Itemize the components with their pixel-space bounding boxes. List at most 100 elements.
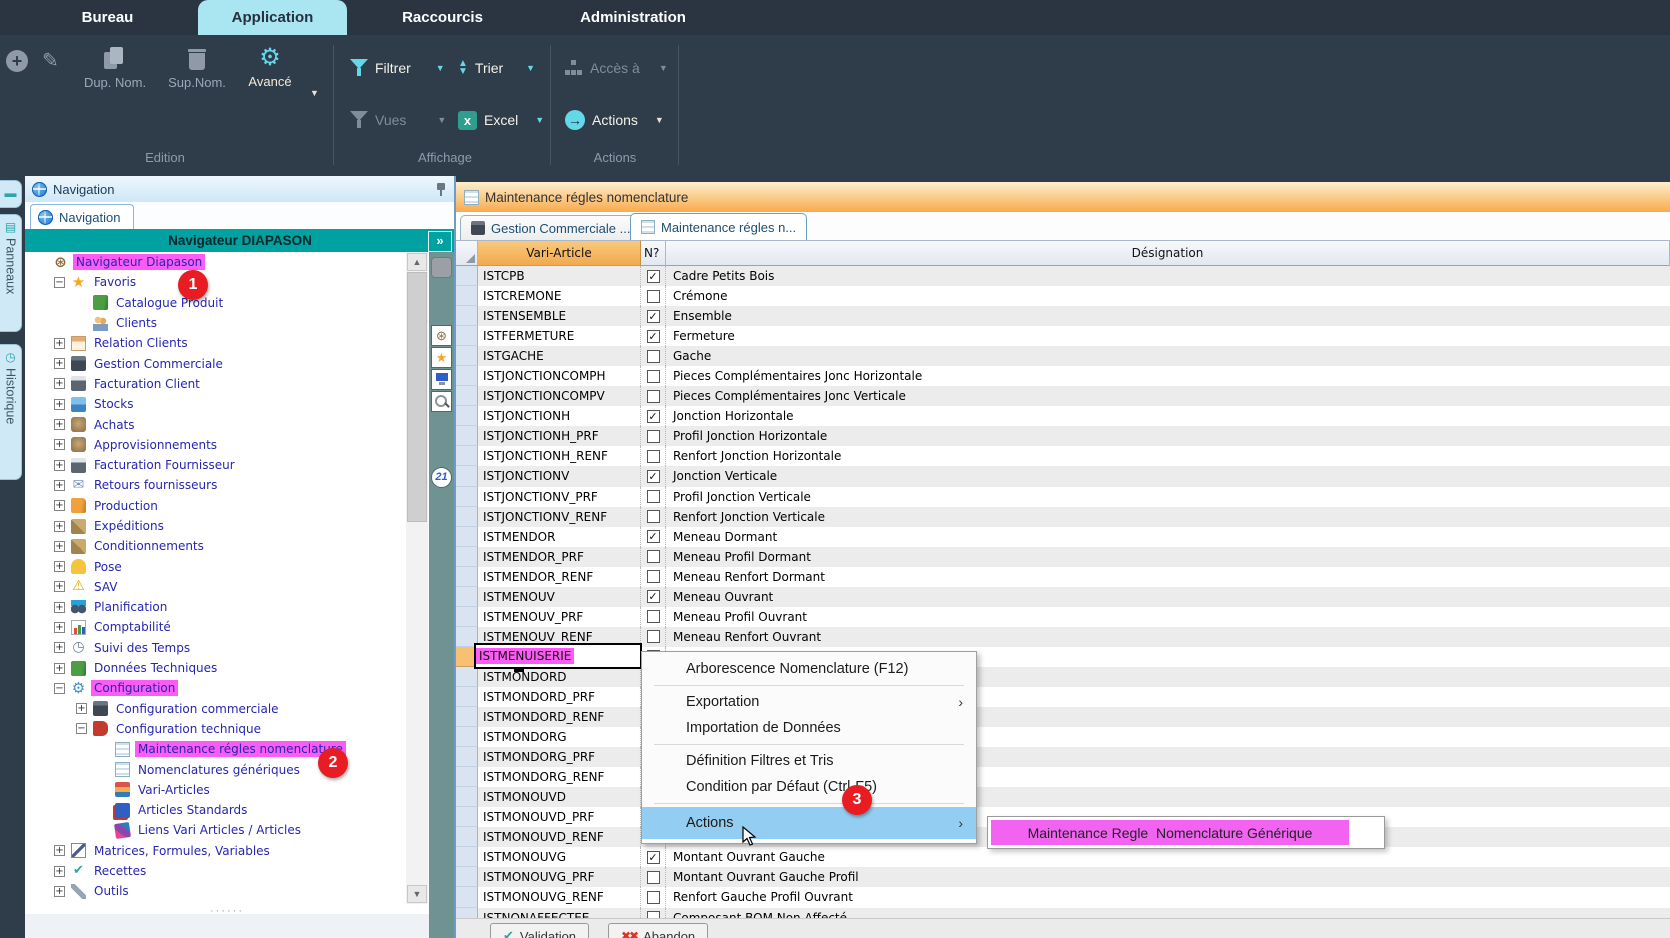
checkbox[interactable]	[647, 510, 660, 523]
navigation-tab[interactable]: Navigation	[30, 204, 134, 230]
avance-caret-icon[interactable]: ▼	[310, 88, 319, 98]
tree-expander[interactable]: +	[54, 521, 65, 532]
tree-item[interactable]: + Données Techniques	[26, 658, 406, 678]
tree-item[interactable]: − Configuration	[26, 678, 406, 698]
checkbox[interactable]	[647, 891, 660, 904]
tree-expander[interactable]: −	[76, 723, 87, 734]
checkbox[interactable]	[647, 490, 660, 503]
avance-button[interactable]: ⚙ Avancé	[240, 46, 300, 89]
table-row[interactable]: ISTMONDORG_RENF	[456, 767, 1670, 787]
table-row[interactable]: ISTJONCTIONV_RENF Renfort Jonction Verti…	[456, 507, 1670, 527]
tree-item[interactable]: + Suivi des Temps	[26, 638, 406, 658]
n-cell[interactable]	[641, 386, 666, 406]
tree-expander[interactable]: +	[54, 845, 65, 856]
menu-tab-application[interactable]: Application	[198, 0, 347, 35]
table-row[interactable]: ISTMENDOR_PRF Meneau Profil Dormant	[456, 547, 1670, 567]
checkbox[interactable]	[647, 851, 660, 864]
designation-cell[interactable]: Cadre Petits Bois	[666, 266, 1670, 286]
tree-item[interactable]: Navigateur Diapason	[26, 252, 406, 272]
tree-item[interactable]: Catalogue Produit	[26, 293, 406, 313]
tree-expander[interactable]: +	[54, 541, 65, 552]
vari-article-cell[interactable]: ISTMENOUV_PRF	[478, 607, 641, 627]
n-cell[interactable]	[641, 306, 666, 326]
search-icon[interactable]	[431, 391, 452, 412]
checkbox[interactable]	[647, 410, 660, 423]
vari-article-cell[interactable]: ISTMENOUV	[478, 587, 641, 607]
n-cell[interactable]	[641, 908, 666, 919]
tree-item[interactable]: Clients	[26, 313, 406, 333]
tree-item[interactable]: + Planification	[26, 597, 406, 617]
vari-article-cell[interactable]: ISTMONDORG_PRF	[478, 747, 641, 767]
menu-tab-raccourcis[interactable]: Raccourcis	[395, 0, 490, 35]
tree-expander[interactable]: +	[76, 703, 87, 714]
designation-cell[interactable]: Profil Jonction Verticale	[666, 487, 1670, 507]
tree-item[interactable]: + SAV	[26, 577, 406, 597]
table-row[interactable]: ISTCREMONE Crémone	[456, 286, 1670, 306]
row-indicator-cell[interactable]	[456, 406, 478, 426]
table-row[interactable]: ISTMONOUVG Montant Ouvrant Gauche	[456, 847, 1670, 867]
rail-tab-panneaux[interactable]: ▤ Panneaux	[0, 214, 22, 332]
edit-cell-handle[interactable]	[514, 668, 524, 672]
context-menu-item-définition[interactable]: Définition Filtres et Tris	[642, 748, 976, 774]
context-menu-item-arborescence[interactable]: Arborescence Nomenclature (F12)	[642, 656, 976, 682]
table-row[interactable]: ISTJONCTIONCOMPH Pieces Complémentaires …	[456, 366, 1670, 386]
tree-expander[interactable]: +	[54, 866, 65, 877]
vari-article-cell[interactable]: ISTMENDOR_PRF	[478, 547, 641, 567]
row-indicator-cell[interactable]	[456, 847, 478, 867]
tree-expander[interactable]: +	[54, 460, 65, 471]
table-row[interactable]: ISTJONCTIONH_PRF Profil Jonction Horizon…	[456, 426, 1670, 446]
wheel-icon[interactable]: ⊛	[431, 325, 452, 346]
table-row[interactable]: ISTMENOUV_PRF Meneau Profil Ouvrant	[456, 607, 1670, 627]
tree-expander[interactable]: +	[54, 439, 65, 450]
checkbox[interactable]	[647, 610, 660, 623]
n-cell[interactable]	[641, 446, 666, 466]
tree-expander[interactable]: +	[54, 338, 65, 349]
tree-item[interactable]: + Comptabilité	[26, 617, 406, 637]
designation-cell[interactable]: Renfort Jonction Verticale	[666, 507, 1670, 527]
table-row[interactable]: ISTGACHE Gache	[456, 346, 1670, 366]
designation-cell[interactable]: Renfort Jonction Horizontale	[666, 446, 1670, 466]
tree-item[interactable]: + Approvisionnements	[26, 435, 406, 455]
vari-article-cell[interactable]: ISTFERMETURE	[478, 326, 641, 346]
tree-item[interactable]: Maintenance régles nomenclature	[26, 739, 406, 759]
tree-expander[interactable]: +	[54, 663, 65, 674]
vari-article-cell[interactable]: ISTENSEMBLE	[478, 306, 641, 326]
row-indicator-cell[interactable]	[456, 446, 478, 466]
vari-article-cell[interactable]: ISTJONCTIONCOMPH	[478, 366, 641, 386]
designation-cell[interactable]: Pieces Complémentaires Jonc Horizontale	[666, 366, 1670, 386]
tree-expander[interactable]: +	[54, 500, 65, 511]
abandon-button[interactable]: ✖✖ Abandon	[608, 923, 708, 938]
n-cell[interactable]	[641, 627, 666, 647]
rail-tab-collapsed[interactable]: ▬	[0, 180, 22, 208]
tab-gestion-commerciale[interactable]: Gestion Commerciale ...	[460, 215, 641, 240]
tree-item[interactable]: + Gestion Commerciale	[26, 353, 406, 373]
menu-tab-administration[interactable]: Administration	[568, 0, 698, 35]
excel-button[interactable]: x Excel ▼	[458, 107, 544, 133]
tree-expander[interactable]: +	[54, 622, 65, 633]
tree-item[interactable]: + Matrices, Formules, Variables	[26, 841, 406, 861]
vari-article-cell[interactable]: ISTJONCTIONV_RENF	[478, 507, 641, 527]
designation-cell[interactable]: Jonction Verticale	[666, 466, 1670, 486]
tree-expander[interactable]: +	[54, 642, 65, 653]
monitor-icon[interactable]	[431, 369, 452, 390]
context-menu-item-actions[interactable]: Actions ›	[642, 807, 976, 839]
tree-expander[interactable]: +	[54, 581, 65, 592]
row-indicator-cell[interactable]	[456, 867, 478, 887]
table-row[interactable]: ISTFERMETURE Fermeture	[456, 326, 1670, 346]
row-indicator-cell[interactable]	[456, 667, 478, 687]
table-row[interactable]: ISTMONDORD_PRF	[456, 687, 1670, 707]
row-indicator-cell[interactable]	[456, 466, 478, 486]
row-indicator-cell[interactable]	[456, 346, 478, 366]
vari-article-cell[interactable]: ISTJONCTIONH_RENF	[478, 446, 641, 466]
checkbox[interactable]	[647, 871, 660, 884]
n-cell[interactable]	[641, 587, 666, 607]
designation-cell[interactable]: Composant BOM Non Affecté	[666, 908, 1670, 919]
checkbox[interactable]	[647, 350, 660, 363]
n-cell[interactable]	[641, 507, 666, 527]
n-cell[interactable]	[641, 887, 666, 907]
n-cell[interactable]	[641, 286, 666, 306]
table-row[interactable]: ISTMONOUVG_RENF Renfort Gauche Profil Ou…	[456, 887, 1670, 907]
tab-maintenance-regles[interactable]: Maintenance régles n...	[630, 213, 807, 240]
n-cell[interactable]	[641, 266, 666, 286]
n-cell[interactable]	[641, 527, 666, 547]
